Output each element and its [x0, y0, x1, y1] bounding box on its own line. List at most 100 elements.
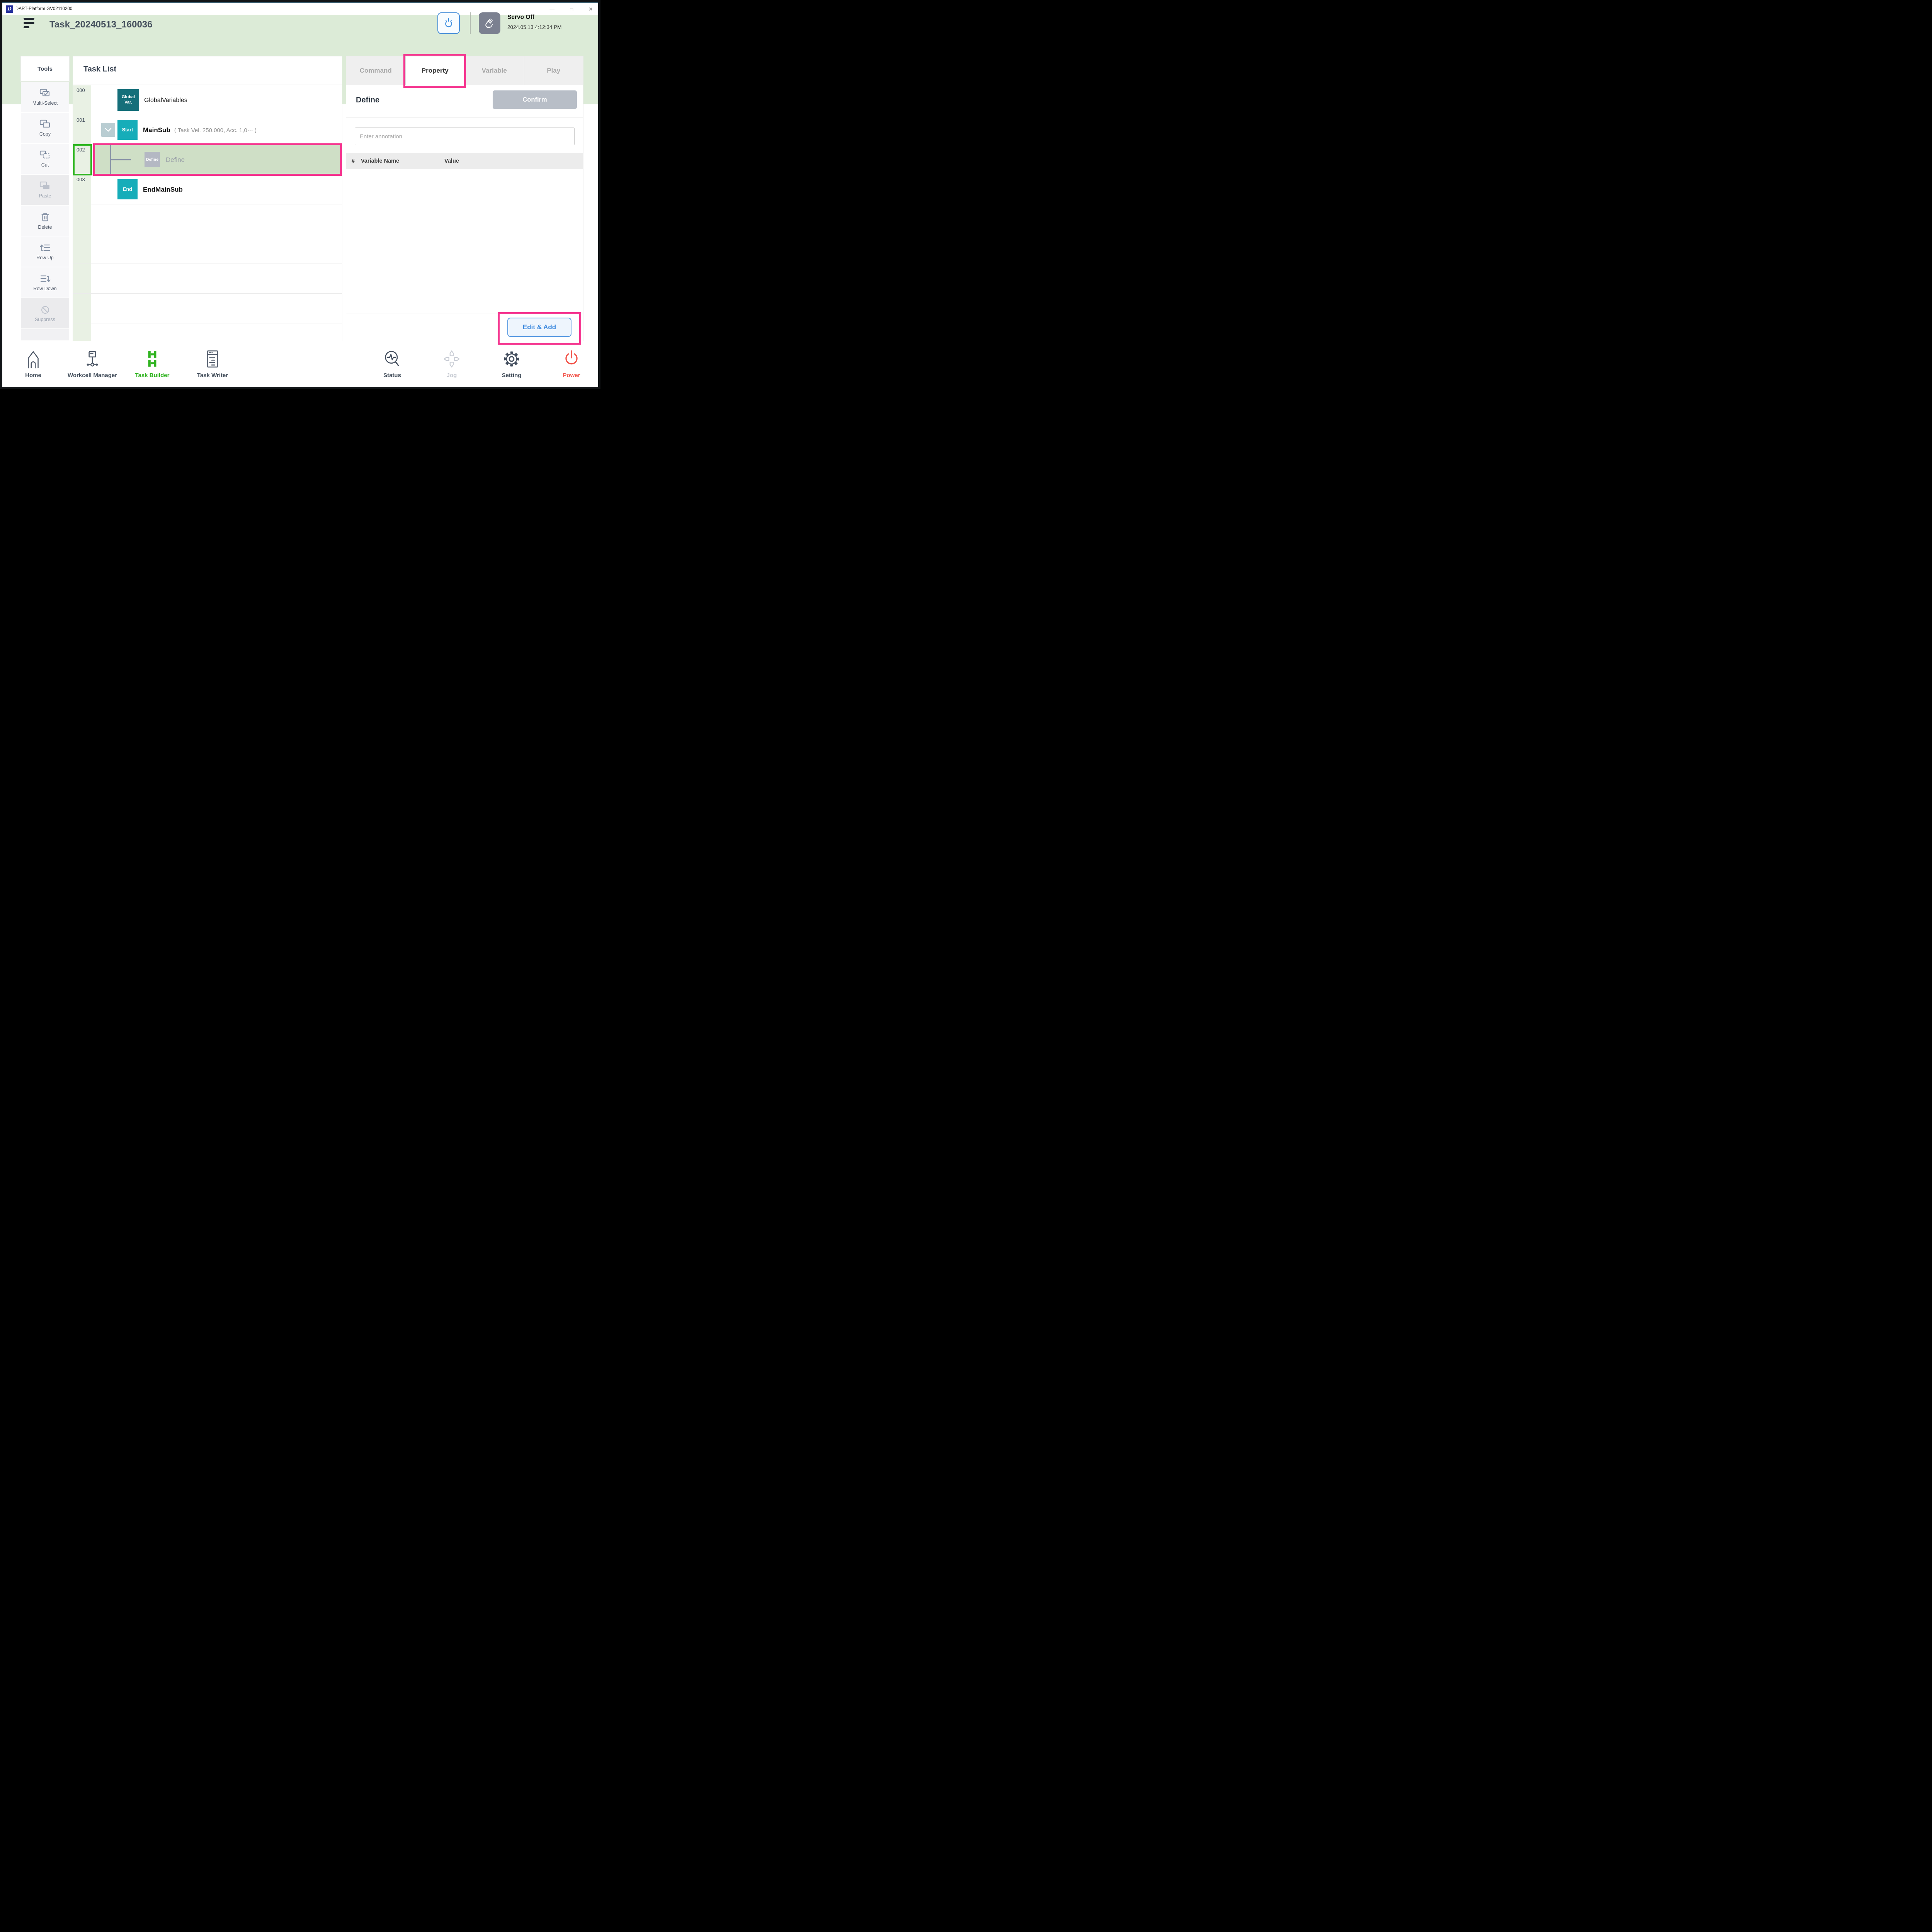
- empty-row: [73, 264, 342, 294]
- tab-variable[interactable]: Variable: [465, 56, 524, 85]
- tree-connector-branch: [110, 159, 131, 160]
- nav-setting[interactable]: Setting: [481, 347, 543, 379]
- nav-workcell-manager[interactable]: Workcell Manager: [61, 347, 123, 379]
- row-label: GlobalVariables: [144, 85, 187, 115]
- panel-tabs: Command Property Variable Play: [346, 56, 583, 85]
- confirm-button[interactable]: Confirm: [493, 90, 577, 109]
- empty-row: [73, 234, 342, 264]
- tab-command[interactable]: Command: [346, 56, 406, 85]
- row-label-text: MainSub: [143, 126, 170, 134]
- nav-label: Setting: [481, 372, 543, 379]
- tool-paste: Paste: [21, 175, 69, 205]
- task-row-003[interactable]: 003 End EndMainSub: [73, 175, 342, 204]
- status-icon: [361, 347, 423, 369]
- gripper-icon: [442, 17, 455, 30]
- row-number: 003: [77, 177, 85, 182]
- nav-label: Task Writer: [182, 372, 243, 379]
- tool-multi-select[interactable]: Multi-Select: [21, 82, 69, 112]
- app-window: D DART-Platform GV02110200 — □ ✕ Task_20…: [0, 0, 600, 389]
- global-var-badge: Global Var.: [117, 89, 139, 111]
- nav-task-writer[interactable]: Task Writer: [182, 347, 243, 379]
- setting-icon: [481, 347, 543, 369]
- title-bar: D DART-Platform GV02110200 — □ ✕: [2, 2, 598, 15]
- tool-copy[interactable]: Copy: [21, 113, 69, 143]
- end-badge: End: [117, 179, 138, 199]
- nav-label: Task Builder: [121, 372, 183, 379]
- row-label: EndMainSub: [143, 175, 183, 204]
- nav-home[interactable]: Home: [2, 347, 64, 379]
- cut-icon: [39, 150, 51, 160]
- nav-status[interactable]: Status: [361, 347, 423, 379]
- tool-label: Paste: [39, 193, 51, 199]
- gripper-button[interactable]: [437, 12, 460, 34]
- row-down-icon: [39, 274, 51, 284]
- tools-title: Tools: [21, 56, 69, 81]
- row-number: 002: [77, 147, 85, 153]
- collapse-button[interactable]: [101, 123, 115, 137]
- header-divider: [470, 12, 471, 34]
- tool-label: Row Down: [33, 286, 56, 291]
- annotation-input[interactable]: [355, 128, 575, 145]
- nav-label: Jog: [421, 372, 483, 379]
- task-list-panel: Task List 000 Global Var. GlobalVariable…: [73, 56, 342, 341]
- nav-label: Status: [361, 372, 423, 379]
- row-label: Define: [166, 145, 185, 175]
- chevron-down-icon: [104, 128, 112, 132]
- power-icon: [541, 347, 600, 369]
- row-label: MainSub ( Task Vel. 250.000, Acc. 1,0⋯ ): [143, 115, 257, 145]
- close-button[interactable]: ✕: [588, 6, 593, 12]
- jog-icon: [421, 347, 483, 369]
- empty-row: [73, 204, 342, 234]
- col-value: Value: [444, 158, 459, 164]
- copy-icon: [39, 119, 51, 129]
- tool-label: Cut: [41, 162, 49, 168]
- maximize-button[interactable]: □: [570, 7, 573, 12]
- menu-icon[interactable]: [24, 18, 38, 29]
- workcell-manager-icon: [61, 347, 123, 369]
- tool-row-down[interactable]: Row Down: [21, 267, 69, 298]
- nav-task-builder[interactable]: Task Builder: [121, 347, 183, 379]
- task-row-000[interactable]: 000 Global Var. GlobalVariables: [73, 85, 342, 115]
- task-row-001[interactable]: 001 Start MainSub ( Task Vel. 250.000, A…: [73, 115, 342, 145]
- tool-row-up[interactable]: Row Up: [21, 236, 69, 267]
- multi-select-icon: [39, 88, 51, 99]
- tab-property[interactable]: Property: [406, 56, 465, 85]
- row-number: 001: [77, 117, 85, 123]
- col-number: #: [346, 158, 361, 164]
- suppress-icon: [39, 305, 51, 315]
- tool-delete[interactable]: Delete: [21, 206, 69, 236]
- tool-label: Copy: [39, 131, 51, 137]
- servo-status: Servo Off: [507, 14, 534, 21]
- home-icon: [2, 347, 64, 369]
- app-logo-icon: D: [6, 5, 13, 13]
- page-title: Task_20240513_160036: [49, 19, 152, 30]
- selected-row-highlight: [95, 145, 341, 174]
- empty-row: [73, 294, 342, 323]
- nav-jog: Jog: [421, 347, 483, 379]
- tool-label: Row Up: [36, 255, 53, 260]
- window-title: DART-Platform GV02110200: [15, 7, 72, 11]
- tool-label: Multi-Select: [32, 100, 58, 106]
- tool-cut[interactable]: Cut: [21, 144, 69, 174]
- task-builder-icon: [121, 347, 183, 369]
- nav-power[interactable]: Power: [541, 347, 600, 379]
- tool-label: Delete: [38, 224, 52, 230]
- status-timestamp: 2024.05.13 4:12:34 PM: [507, 24, 561, 30]
- task-list-title: Task List: [83, 65, 116, 74]
- edit-add-button[interactable]: Edit & Add: [507, 318, 571, 337]
- row-up-icon: [39, 243, 51, 253]
- tool-label: Suppress: [35, 317, 55, 322]
- tab-play[interactable]: Play: [524, 56, 583, 85]
- bottom-nav: Home Workcell Manager: [2, 344, 598, 386]
- property-header: Define Confirm: [346, 85, 583, 117]
- start-badge: Start: [117, 120, 138, 140]
- minimize-button[interactable]: —: [549, 7, 554, 12]
- task-row-002-selected[interactable]: 002 Define Define: [73, 145, 342, 175]
- hand-guide-button[interactable]: [479, 12, 500, 34]
- hand-icon: [483, 16, 497, 30]
- nav-label: Power: [541, 372, 600, 379]
- paste-icon: [39, 181, 51, 191]
- tools-sidebar: Tools Multi-Select Copy: [21, 56, 69, 341]
- define-badge: Define: [145, 152, 160, 167]
- delete-icon: [39, 212, 51, 223]
